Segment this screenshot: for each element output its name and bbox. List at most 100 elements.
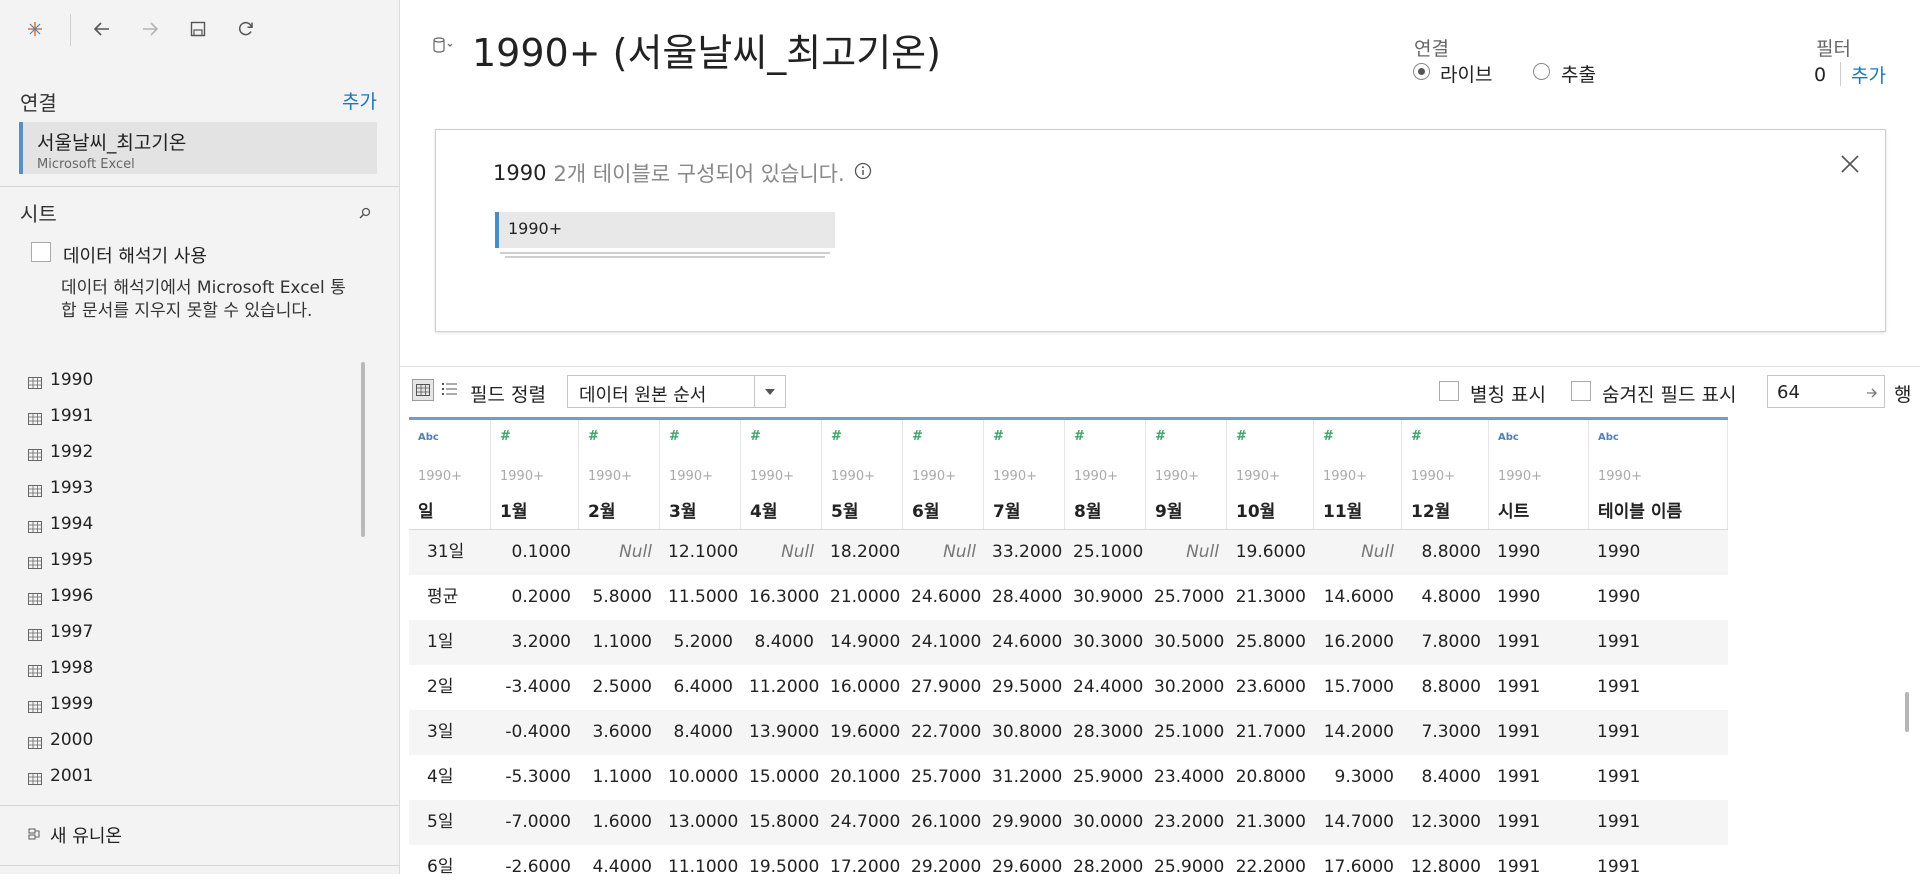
- number-type-icon[interactable]: #: [1411, 429, 1422, 444]
- table-cell[interactable]: -5.3000: [491, 755, 579, 800]
- number-type-icon[interactable]: #: [1323, 429, 1334, 444]
- table-cell[interactable]: 1991: [1589, 665, 1728, 710]
- table-cell[interactable]: 19.6000: [822, 710, 903, 755]
- table-cell[interactable]: 25.9000: [1146, 845, 1227, 890]
- table-cell[interactable]: 12.1000: [660, 530, 741, 575]
- live-label[interactable]: 라이브: [1440, 60, 1492, 87]
- table-cell[interactable]: 20.8000: [1227, 755, 1314, 800]
- sheet-item[interactable]: 1999: [0, 686, 360, 722]
- table-cell[interactable]: 22.7000: [903, 710, 984, 755]
- sheet-item[interactable]: 1995: [0, 542, 360, 578]
- table-cell[interactable]: 28.3000: [1065, 710, 1146, 755]
- table-cell[interactable]: 1.6000: [579, 800, 660, 845]
- sheet-item[interactable]: 1990: [0, 362, 360, 398]
- table-cell[interactable]: 16.3000: [741, 575, 822, 620]
- show-hidden-fields-checkbox[interactable]: [1571, 381, 1591, 401]
- table-cell[interactable]: Null: [1146, 530, 1227, 575]
- sheet-item[interactable]: 1994: [0, 506, 360, 542]
- table-cell[interactable]: 1991: [1589, 620, 1728, 665]
- table-cell[interactable]: 11.5000: [660, 575, 741, 620]
- table-cell[interactable]: Null: [741, 530, 822, 575]
- table-cell[interactable]: 23.2000: [1146, 800, 1227, 845]
- add-filter-link[interactable]: 추가: [1851, 61, 1886, 88]
- forward-icon[interactable]: [137, 16, 163, 42]
- table-cell[interactable]: 1991: [1489, 665, 1589, 710]
- table-cell[interactable]: 8.4000: [1402, 755, 1489, 800]
- close-icon[interactable]: [1841, 155, 1859, 177]
- column-header[interactable]: Abc 1990+ 일: [409, 420, 491, 529]
- table-cell[interactable]: 18.2000: [822, 530, 903, 575]
- table-cell[interactable]: 23.4000: [1146, 755, 1227, 800]
- table-cell[interactable]: 16.0000: [822, 665, 903, 710]
- string-type-icon[interactable]: Abc: [1498, 432, 1519, 443]
- grid-view-icon[interactable]: [412, 379, 434, 401]
- table-cell[interactable]: 11.1000: [660, 845, 741, 890]
- column-header[interactable]: #1990+ 12월: [1402, 420, 1489, 529]
- table-cell[interactable]: 30.8000: [984, 710, 1065, 755]
- table-cell[interactable]: 15.7000: [1314, 665, 1402, 710]
- sheet-item[interactable]: 1998: [0, 650, 360, 686]
- table-cell[interactable]: 28.4000: [984, 575, 1065, 620]
- table-cell[interactable]: 17.6000: [1314, 845, 1402, 890]
- show-aliases-checkbox[interactable]: [1439, 381, 1459, 401]
- table-cell[interactable]: 17.2000: [822, 845, 903, 890]
- table-cell[interactable]: 31.2000: [984, 755, 1065, 800]
- number-type-icon[interactable]: #: [912, 429, 923, 444]
- chevron-down-icon[interactable]: [754, 376, 785, 407]
- table-cell[interactable]: 8.4000: [741, 620, 822, 665]
- column-header[interactable]: #1990+ 4월: [741, 420, 822, 529]
- table-cell[interactable]: 24.7000: [822, 800, 903, 845]
- join-canvas[interactable]: 1990 2개 테이블로 구성되어 있습니다. 1990+: [435, 129, 1886, 332]
- sort-fields-select[interactable]: 데이터 원본 순서: [567, 375, 786, 408]
- table-cell[interactable]: 25.7000: [903, 755, 984, 800]
- table-cell[interactable]: -0.4000: [491, 710, 579, 755]
- table-cell[interactable]: 24.1000: [903, 620, 984, 665]
- table-cell[interactable]: 21.7000: [1227, 710, 1314, 755]
- table-cell[interactable]: 29.5000: [984, 665, 1065, 710]
- table-cell[interactable]: 20.1000: [822, 755, 903, 800]
- table-cell[interactable]: 0.2000: [491, 575, 579, 620]
- table-cell[interactable]: 1.1000: [579, 755, 660, 800]
- table-cell[interactable]: 11.2000: [741, 665, 822, 710]
- table-cell[interactable]: 25.8000: [1227, 620, 1314, 665]
- datasource-title[interactable]: 1990+ (서울날씨_최고기온): [472, 22, 941, 77]
- column-header[interactable]: Abc 1990+ 테이블 이름: [1589, 420, 1728, 529]
- table-cell[interactable]: 1.1000: [579, 620, 660, 665]
- table-cell[interactable]: 30.9000: [1065, 575, 1146, 620]
- table-cell[interactable]: 8.8000: [1402, 530, 1489, 575]
- string-type-icon[interactable]: Abc: [418, 432, 439, 443]
- number-type-icon[interactable]: #: [1155, 429, 1166, 444]
- table-cell[interactable]: 12.3000: [1402, 800, 1489, 845]
- table-cell[interactable]: 21.3000: [1227, 575, 1314, 620]
- datasource-icon[interactable]: [432, 36, 456, 60]
- number-type-icon[interactable]: #: [1236, 429, 1247, 444]
- table-cell[interactable]: 10.0000: [660, 755, 741, 800]
- extract-label[interactable]: 추출: [1561, 60, 1596, 87]
- table-cell[interactable]: 1990: [1589, 530, 1728, 575]
- arrow-right-icon[interactable]: [1866, 384, 1878, 403]
- table-cell[interactable]: 5일: [409, 800, 491, 845]
- column-header[interactable]: #1990+ 2월: [579, 420, 660, 529]
- table-cell[interactable]: 33.2000: [984, 530, 1065, 575]
- table-cell[interactable]: 25.1000: [1146, 710, 1227, 755]
- table-cell[interactable]: 7.3000: [1402, 710, 1489, 755]
- table-cell[interactable]: Null: [579, 530, 660, 575]
- number-type-icon[interactable]: #: [831, 429, 842, 444]
- live-radio[interactable]: [1413, 63, 1430, 80]
- table-cell[interactable]: 5.8000: [579, 575, 660, 620]
- column-header[interactable]: #1990+ 3월: [660, 420, 741, 529]
- table-cell[interactable]: 25.7000: [1146, 575, 1227, 620]
- table-cell[interactable]: 1990: [1489, 575, 1589, 620]
- table-cell[interactable]: 5.2000: [660, 620, 741, 665]
- table-cell[interactable]: 1991: [1589, 845, 1728, 890]
- search-icon[interactable]: [359, 204, 371, 223]
- table-cell[interactable]: 14.2000: [1314, 710, 1402, 755]
- number-type-icon[interactable]: #: [669, 429, 680, 444]
- table-cell[interactable]: 26.1000: [903, 800, 984, 845]
- table-cell[interactable]: 22.2000: [1227, 845, 1314, 890]
- column-header[interactable]: Abc 1990+ 시트: [1489, 420, 1589, 529]
- table-cell[interactable]: 1990: [1589, 575, 1728, 620]
- table-cell[interactable]: 7.8000: [1402, 620, 1489, 665]
- add-connection-link[interactable]: 추가: [342, 87, 377, 114]
- table-cell[interactable]: 16.2000: [1314, 620, 1402, 665]
